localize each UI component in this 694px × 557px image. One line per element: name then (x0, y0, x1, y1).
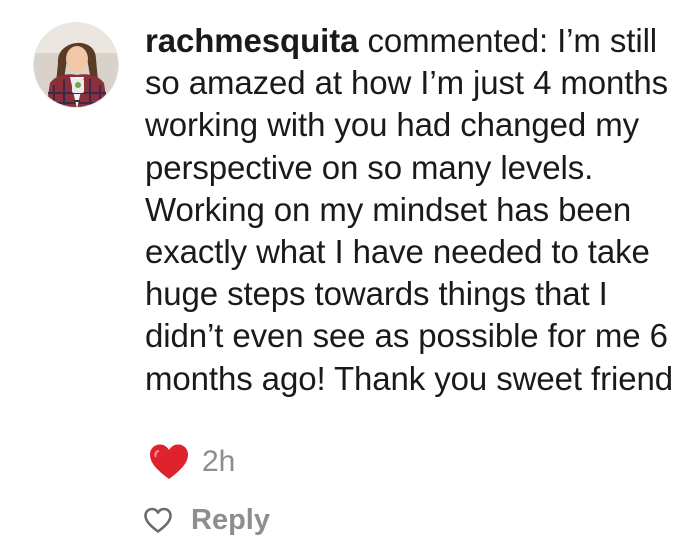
timestamp: 2h (202, 445, 236, 478)
comment-body: rachmesquita commented: I’m still so ama… (145, 20, 675, 400)
comment-meta: 2h (148, 440, 235, 484)
red-heart-icon (150, 444, 188, 479)
comment-actions: Reply (143, 500, 270, 540)
comment-username[interactable]: rachmesquita (145, 22, 358, 59)
avatar[interactable] (33, 22, 119, 108)
profile-photo (34, 23, 118, 107)
comment-text: commented: I’m still so amazed at how I’… (145, 22, 673, 397)
heart-outline-icon[interactable] (143, 506, 173, 534)
reply-button[interactable]: Reply (191, 504, 270, 537)
